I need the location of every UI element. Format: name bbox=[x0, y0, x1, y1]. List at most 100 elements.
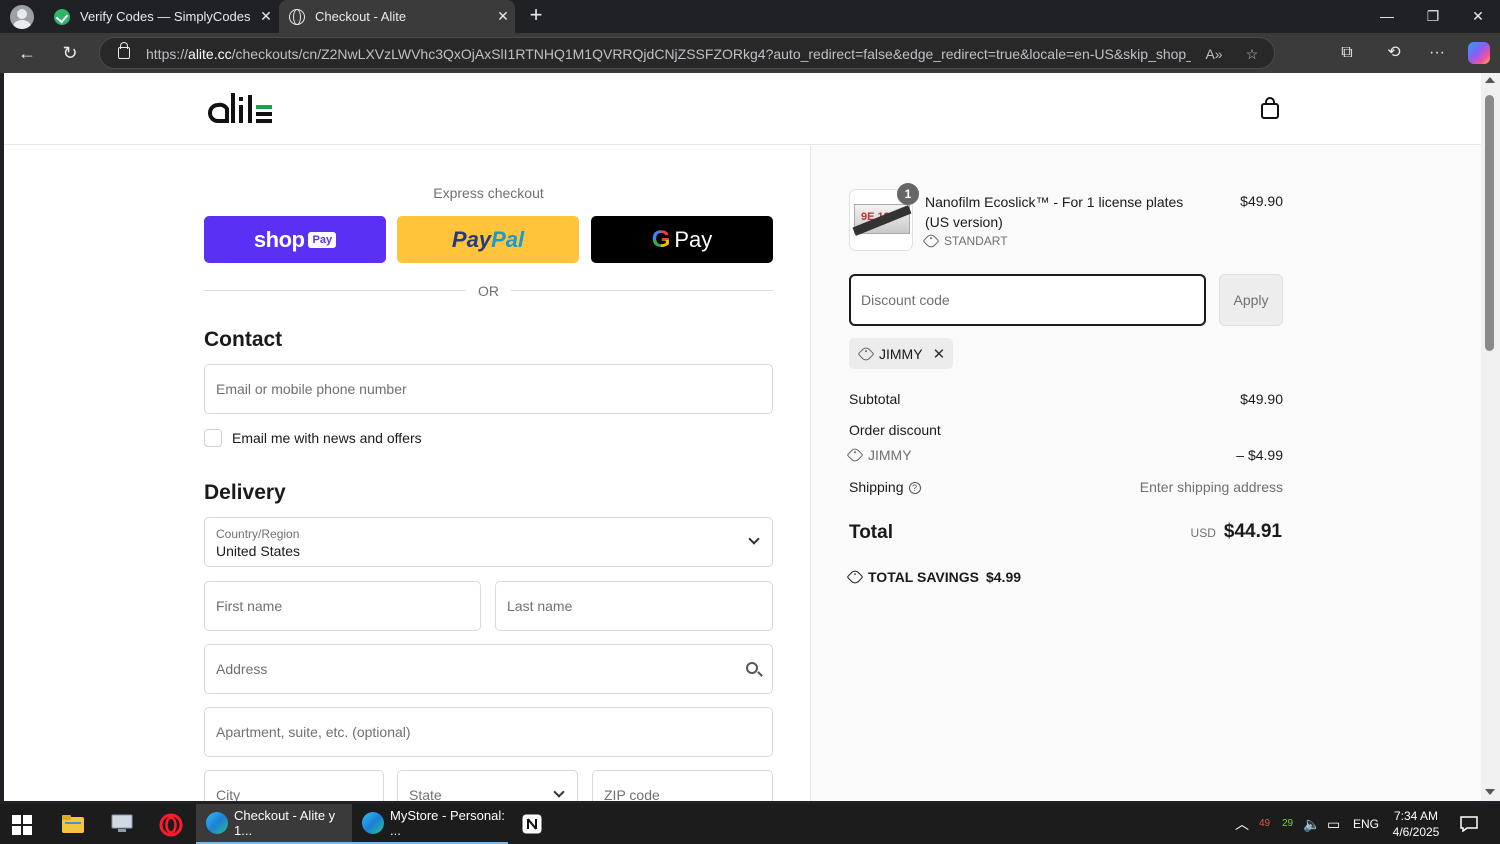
simplycodes-favicon-icon bbox=[54, 8, 70, 25]
alite-logo[interactable]: alite bbox=[204, 93, 274, 125]
close-window-icon[interactable]: ✕ bbox=[1455, 0, 1500, 33]
google-pay-button[interactable]: G Pay bbox=[591, 216, 773, 263]
new-tab-icon[interactable]: + bbox=[524, 4, 548, 28]
favorite-star-icon[interactable]: ☆ bbox=[1242, 44, 1262, 64]
applied-discount-chip: JIMMY ✕ bbox=[849, 338, 953, 369]
applied-code: JIMMY bbox=[879, 345, 923, 362]
history-icon[interactable]: ⟲ bbox=[1382, 41, 1406, 65]
edge-icon bbox=[362, 812, 384, 834]
city-placeholder: City bbox=[216, 787, 241, 801]
minimize-icon[interactable]: — bbox=[1364, 0, 1410, 33]
notion-icon[interactable] bbox=[522, 814, 542, 834]
shop-pay-text: shop bbox=[253, 226, 305, 252]
address-field[interactable]: Address bbox=[204, 644, 773, 694]
or-divider: OR bbox=[204, 281, 773, 301]
volume-icon[interactable]: 🔈 bbox=[1303, 804, 1320, 844]
email-placeholder: Email or mobile phone number bbox=[216, 381, 407, 397]
back-icon[interactable]: ← bbox=[15, 41, 39, 65]
opera-browser-icon[interactable] bbox=[159, 813, 183, 837]
tray-temp-2[interactable]: 29 bbox=[1282, 804, 1293, 844]
copilot-icon[interactable] bbox=[1468, 42, 1490, 64]
last-name-placeholder: Last name bbox=[507, 598, 573, 614]
city-field[interactable]: City bbox=[204, 770, 384, 801]
newsletter-label[interactable]: Email me with news and offers bbox=[232, 430, 422, 446]
refresh-icon[interactable]: ↻ bbox=[58, 41, 82, 65]
more-menu-icon[interactable]: ··· bbox=[1425, 41, 1449, 65]
country-value: United States bbox=[216, 543, 301, 559]
scroll-down-icon[interactable] bbox=[1485, 789, 1495, 795]
checkout-page: alite Express checkout shop Pay Pay Pal G… bbox=[4, 73, 1481, 801]
notifications-icon[interactable] bbox=[1460, 816, 1478, 832]
globe-favicon-icon bbox=[289, 8, 305, 25]
address-bar[interactable]: https://alite.cc/checkouts/cn/Z2NwLXVzLW… bbox=[99, 37, 1275, 69]
tag-icon bbox=[846, 568, 864, 586]
url-text[interactable]: https://alite.cc/checkouts/cn/Z2NwLXVzLW… bbox=[146, 46, 1191, 62]
state-select[interactable]: State bbox=[397, 770, 578, 801]
discount-code-row: JIMMY – $4.99 bbox=[846, 446, 1283, 464]
browser-toolbar: ← ↻ https://alite.cc/checkouts/cn/Z2NwLX… bbox=[0, 33, 1500, 73]
search-icon bbox=[746, 662, 758, 674]
system-clock[interactable]: 7:34 AM 4/6/2025 bbox=[1388, 808, 1444, 840]
restore-icon[interactable]: ❐ bbox=[1410, 0, 1456, 33]
paypal-text-1: Pay bbox=[451, 226, 492, 252]
close-tab-icon[interactable]: ✕ bbox=[491, 8, 515, 25]
shipping-value: Enter shipping address bbox=[1139, 479, 1283, 495]
computer-app-icon[interactable] bbox=[111, 814, 133, 834]
first-name-placeholder: First name bbox=[216, 598, 283, 614]
last-name-field[interactable]: Last name bbox=[495, 581, 773, 631]
store-header: alite bbox=[4, 73, 1481, 145]
country-select[interactable]: Country/Region United States bbox=[204, 517, 773, 567]
browser-tab-checkout[interactable]: Checkout - Alite ✕ bbox=[279, 0, 515, 33]
shopping-bag-icon[interactable] bbox=[1260, 97, 1280, 119]
browser-tab-bar: Verify Codes — SimplyCodes ✕ Checkout - … bbox=[0, 0, 1500, 33]
product-price: $49.90 bbox=[1240, 193, 1283, 209]
subtotal-value: $49.90 bbox=[1240, 391, 1283, 407]
tray-temp-1[interactable]: 49 bbox=[1259, 804, 1270, 844]
paypal-button[interactable]: Pay Pal bbox=[397, 216, 579, 263]
contact-heading: Contact bbox=[204, 328, 283, 351]
zip-field[interactable]: ZIP code bbox=[592, 770, 773, 801]
lock-icon[interactable] bbox=[118, 42, 130, 59]
total-savings: TOTAL SAVINGS $4.99 bbox=[846, 568, 1021, 586]
apartment-placeholder: Apartment, suite, etc. (optional) bbox=[216, 724, 411, 740]
scrollbar-thumb[interactable] bbox=[1485, 95, 1494, 351]
windows-start-icon[interactable] bbox=[12, 815, 32, 835]
chevron-down-icon bbox=[748, 533, 760, 545]
file-explorer-icon[interactable] bbox=[62, 815, 84, 833]
first-name-field[interactable]: First name bbox=[204, 581, 481, 631]
google-g-icon: G bbox=[651, 225, 671, 253]
scroll-up-icon[interactable] bbox=[1485, 77, 1495, 83]
close-tab-icon[interactable]: ✕ bbox=[254, 8, 278, 25]
network-icon[interactable]: ▭ bbox=[1327, 804, 1340, 844]
taskbar-app-label: MyStore - Personal: ... bbox=[390, 808, 505, 838]
newsletter-checkbox[interactable] bbox=[204, 429, 222, 447]
quantity-badge: 1 bbox=[897, 183, 919, 205]
discount-value: – $4.99 bbox=[1236, 447, 1283, 463]
tab-title: Checkout - Alite bbox=[315, 9, 407, 24]
total-label: Total bbox=[849, 522, 893, 543]
discount-code-text: JIMMY bbox=[868, 447, 912, 463]
checkout-form-column: Express checkout shop Pay Pay Pal G Pay O… bbox=[4, 146, 810, 801]
apartment-field[interactable]: Apartment, suite, etc. (optional) bbox=[204, 707, 773, 757]
order-discount-row: Order discount bbox=[849, 422, 1283, 438]
help-icon[interactable]: ? bbox=[908, 482, 921, 494]
discount-code-input[interactable]: Discount code bbox=[849, 274, 1206, 326]
page-scrollbar[interactable] bbox=[1481, 73, 1500, 801]
apply-discount-button[interactable]: Apply bbox=[1219, 274, 1283, 326]
email-field[interactable]: Email or mobile phone number bbox=[204, 364, 773, 414]
tag-icon bbox=[846, 446, 864, 464]
clock-time: 7:34 AM bbox=[1393, 809, 1439, 823]
extensions-icon[interactable]: ⧉ bbox=[1335, 41, 1359, 65]
shipping-label: Shipping bbox=[849, 479, 904, 495]
language-indicator[interactable]: ENG bbox=[1353, 804, 1379, 844]
subtotal-label: Subtotal bbox=[849, 391, 901, 407]
read-aloud-icon[interactable]: A» bbox=[1204, 44, 1224, 64]
browser-tab-simplycodes[interactable]: Verify Codes — SimplyCodes ✕ bbox=[44, 0, 278, 33]
taskbar-edge-checkout[interactable]: Checkout - Alite y 1... bbox=[196, 804, 352, 844]
country-label: Country/Region bbox=[216, 527, 300, 541]
profile-avatar-icon[interactable] bbox=[10, 5, 34, 29]
taskbar-edge-mystore[interactable]: MyStore - Personal: ... bbox=[352, 804, 508, 844]
show-hidden-icons-icon[interactable]: ︿ bbox=[1235, 804, 1249, 844]
remove-discount-icon[interactable]: ✕ bbox=[933, 345, 946, 363]
shop-pay-button[interactable]: shop Pay bbox=[204, 216, 386, 263]
